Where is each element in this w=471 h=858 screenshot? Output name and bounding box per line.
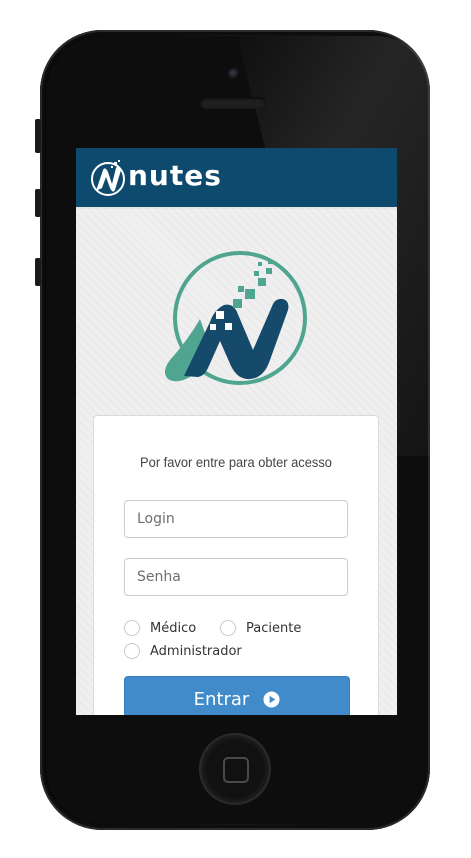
submit-button[interactable]: Entrar: [124, 676, 350, 715]
volume-down-button: [35, 258, 41, 286]
front-camera: [228, 68, 240, 80]
role-label-paciente: Paciente: [246, 620, 302, 636]
password-input[interactable]: [124, 558, 348, 596]
role-option-administrador[interactable]: Administrador: [124, 641, 242, 661]
app-screen: nutes Por favor entre para obter acesso …: [76, 148, 397, 715]
nutes-n-logo: [164, 251, 307, 385]
login-input[interactable]: [124, 500, 348, 538]
role-option-medico[interactable]: Médico: [124, 618, 196, 638]
home-button-icon: [223, 757, 249, 783]
play-circle-icon: [263, 690, 280, 708]
role-label-medico: Médico: [150, 620, 197, 636]
navbar: nutes: [76, 148, 397, 209]
radio-paciente[interactable]: [220, 620, 236, 636]
home-button[interactable]: [199, 733, 271, 805]
role-label-administrador: Administrador: [150, 643, 242, 659]
submit-label: Entrar: [193, 688, 250, 710]
nutes-logo-icon: [91, 160, 125, 196]
login-card: Por favor entre para obter acesso Médico…: [93, 415, 379, 715]
login-prompt: Por favor entre para obter acesso: [140, 454, 332, 470]
volume-up-button: [35, 189, 41, 217]
brand-name[interactable]: nutes: [128, 159, 222, 193]
radio-administrador[interactable]: [124, 643, 140, 659]
radio-medico[interactable]: [124, 620, 140, 636]
mute-switch: [35, 119, 41, 153]
role-option-paciente[interactable]: Paciente: [220, 618, 301, 638]
earpiece-speaker: [200, 97, 266, 109]
